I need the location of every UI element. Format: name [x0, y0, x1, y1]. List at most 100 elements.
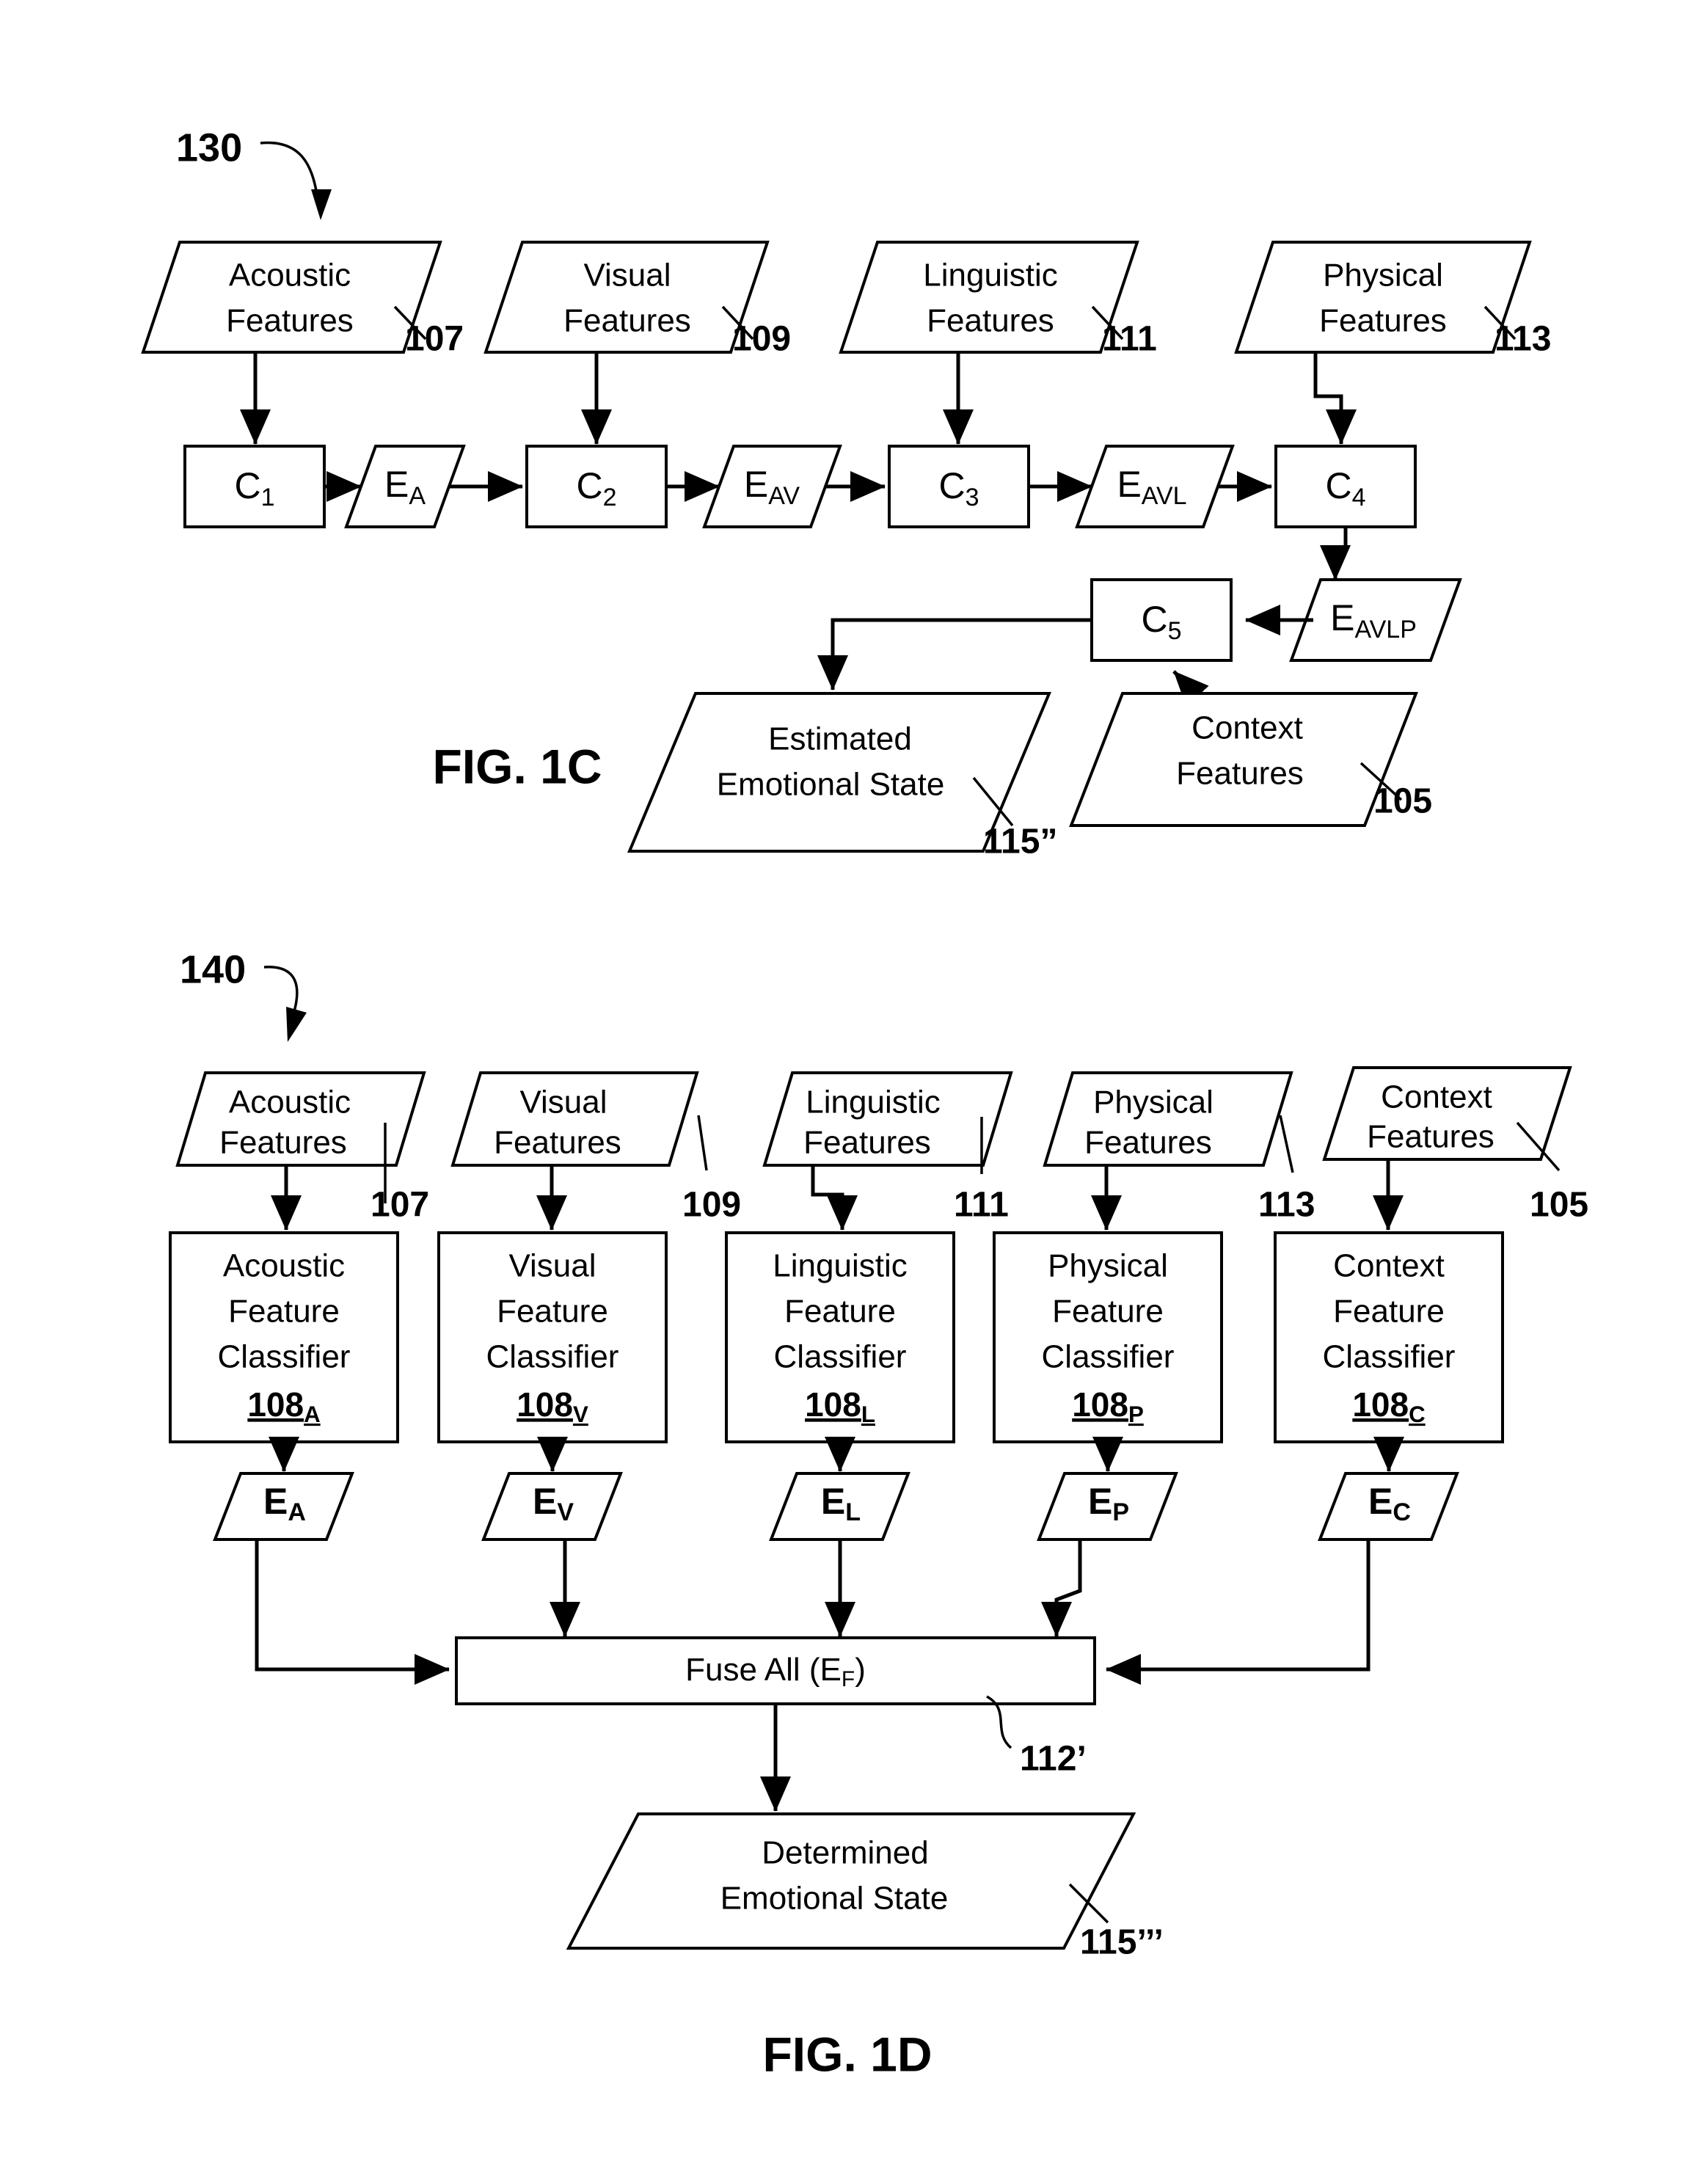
fig1c-context-features: Context Features 105 — [1069, 692, 1432, 827]
fig1c-input-visual-line2: Features — [563, 303, 691, 339]
fig1d-classifier-acoustic-line1: Acoustic — [223, 1248, 345, 1284]
fig1d-fuse-all-ref: 112’ — [1020, 1740, 1087, 1779]
fig1d-classifier-visual-line1: Visual — [508, 1248, 596, 1284]
fig1d-classifier-physical: Physical Feature Classifier 108P — [993, 1231, 1223, 1443]
fig1c-conn-c4-to-eavlp — [1319, 527, 1351, 581]
fig1c-input-acoustic-line2: Features — [226, 303, 354, 339]
figure-1d: 140 Acoustic Features 107 Visual Feature… — [169, 947, 1588, 2081]
fig1c-classifier-c1: C1 — [183, 445, 326, 528]
fig1c-input-visual-line1: Visual — [583, 258, 671, 294]
fig1c-input-acoustic-ref: 107 — [405, 320, 464, 359]
fig1c-conn-physical-to-c4 — [1313, 352, 1357, 445]
fig1c-input-visual-ref: 109 — [732, 320, 791, 359]
fig1c-title: FIG. 1C — [432, 739, 602, 793]
fig1d-diagram-ref: 140 — [180, 947, 246, 991]
fig1d-input-physical-ref: 113 — [1258, 1186, 1315, 1225]
fig1d-emotion-ea: EA — [213, 1472, 354, 1541]
fig1d-conn-ea-to-fuse — [255, 1539, 450, 1685]
fig1d-emotion-el: EL — [769, 1472, 910, 1541]
fig1d-input-visual-ref: 109 — [682, 1186, 741, 1225]
fig1c-input-linguistic-line2: Features — [927, 303, 1054, 339]
fig1d-input-context-ref: 105 — [1530, 1186, 1588, 1225]
fig1c-input-linguistic-line1: Linguistic — [923, 258, 1057, 294]
fig1d-classifier-physical-line3: Classifier — [1042, 1339, 1175, 1375]
fig1c-context-features-line2: Features — [1176, 756, 1304, 792]
fig1d-output-determined-state-ref: 115’’’ — [1080, 1923, 1164, 1962]
fig1d-classifier-visual: Visual Feature Classifier 108V — [437, 1231, 668, 1443]
fig1c-intermediate-eav: EAV — [702, 445, 842, 528]
figure-1c: 130 Acoustic Features 107 Visual Feature… — [141, 125, 1551, 861]
fig1c-input-physical-line2: Features — [1319, 303, 1447, 339]
figure-canvas: 130 Acoustic Features 107 Visual Feature… — [141, 125, 1588, 2081]
fig1c-output-estimated-state-ref: 115” — [983, 823, 1057, 861]
fig1c-input-linguistic-ref: 111 — [1102, 320, 1157, 359]
fig1c-output-estimated-state-line2: Emotional State — [717, 767, 945, 803]
fig1c-output-estimated-state: Estimated Emotional State 115” — [627, 692, 1057, 861]
fig1d-input-acoustic-line1: Acoustic — [229, 1085, 351, 1120]
fig1d-input-context-line2: Features — [1367, 1119, 1494, 1155]
fig1c-ref-arrowhead — [311, 189, 332, 220]
fig1d-classifier-linguistic-line3: Classifier — [774, 1339, 907, 1375]
fig1d-input-physical-leader — [1279, 1115, 1294, 1173]
fig1d-input-visual-leader — [697, 1115, 708, 1171]
fig1c-context-features-ref: 105 — [1373, 782, 1432, 821]
fig1d-input-visual-line1: Visual — [519, 1085, 607, 1120]
fig1d-title: FIG. 1D — [762, 2027, 932, 2081]
fig1d-input-context: Context Features 105 — [1322, 1066, 1588, 1225]
fig1d-input-linguistic-ref: 111 — [954, 1186, 1009, 1225]
fig1d-input-physical: Physical Features 113 — [1043, 1071, 1315, 1225]
fig1c-diagram-ref: 130 — [176, 125, 242, 170]
fig1d-classifier-acoustic-line2: Feature — [228, 1294, 340, 1330]
fig1d-input-physical-line2: Features — [1084, 1125, 1212, 1161]
fig1d-emotion-ep: EP — [1037, 1472, 1178, 1541]
fig1d-classifier-visual-line2: Feature — [497, 1294, 608, 1330]
fig1d-ref-leader — [263, 966, 299, 1015]
fig1d-classifier-context-line1: Context — [1333, 1248, 1445, 1284]
fig1d-classifier-linguistic-line2: Feature — [784, 1294, 896, 1330]
fig1d-classifier-visual-line3: Classifier — [486, 1339, 619, 1375]
fig1d-input-linguistic: Linguistic Features 111 — [762, 1071, 1013, 1225]
fig1d-output-determined-state-line1: Determined — [762, 1835, 928, 1871]
fig1d-classifier-physical-line2: Feature — [1052, 1294, 1164, 1330]
fig1c-input-linguistic: Linguistic Features 111 — [839, 241, 1157, 359]
fig1d-emotion-ec: EC — [1318, 1472, 1459, 1541]
fig1d-output-determined-state-line2: Emotional State — [720, 1881, 949, 1917]
fig1c-classifier-c3: C3 — [888, 445, 1030, 528]
fig1c-classifier-c4: C4 — [1274, 445, 1417, 528]
fig1d-output-determined-state: Determined Emotional State 115’’’ — [566, 1812, 1164, 1962]
fig1d-conn-ec-to-fuse — [1105, 1539, 1371, 1685]
fig1c-input-visual: Visual Features 109 — [483, 241, 791, 359]
fig1c-ref-leader — [260, 141, 318, 195]
fig1d-ref-arrowhead — [286, 1007, 307, 1042]
fig1c-context-features-line1: Context — [1191, 710, 1303, 746]
fig1d-classifier-acoustic: Acoustic Feature Classifier 108A — [169, 1231, 399, 1443]
fig1d-classifier-context: Context Feature Classifier 108C — [1274, 1231, 1504, 1443]
fig1d-input-acoustic-ref: 107 — [371, 1186, 429, 1225]
fig1d-classifier-linguistic: Linguistic Feature Classifier 108L — [725, 1231, 955, 1443]
fig1d-input-linguistic-line2: Features — [803, 1125, 931, 1161]
fig1d-input-context-line1: Context — [1381, 1079, 1492, 1115]
fig1d-emotion-ev: EV — [481, 1472, 623, 1541]
fig1c-intermediate-eavlp: EAVLP — [1289, 578, 1462, 662]
fig1d-input-visual-line2: Features — [494, 1125, 621, 1161]
fig1d-classifier-context-line2: Feature — [1333, 1294, 1445, 1330]
fig1d-classifier-linguistic-line1: Linguistic — [773, 1248, 907, 1284]
fig1c-input-physical-ref: 113 — [1494, 320, 1551, 359]
patent-figure-sheet: 130 Acoustic Features 107 Visual Feature… — [0, 0, 1708, 2183]
fig1d-input-linguistic-line1: Linguistic — [806, 1085, 940, 1120]
fig1d-fuse-all-label: Fuse All (EF) — [685, 1652, 866, 1691]
fig1d-input-acoustic: Acoustic Features 107 — [175, 1071, 429, 1225]
fig1c-classifier-c5: C5 — [1090, 578, 1233, 662]
fig1c-input-physical-line1: Physical — [1323, 258, 1443, 294]
fig1c-input-acoustic-line1: Acoustic — [229, 258, 351, 294]
fig1c-intermediate-ea: EA — [344, 445, 466, 528]
fig1c-classifier-c2: C2 — [525, 445, 668, 528]
fig1c-intermediate-eavl: EAVL — [1075, 445, 1235, 528]
fig1d-conn-linguistic-to-classifier — [811, 1165, 858, 1231]
fig1d-input-acoustic-line2: Features — [219, 1125, 347, 1161]
fig1d-classifier-context-line3: Classifier — [1323, 1339, 1456, 1375]
fig1c-output-estimated-state-line1: Estimated — [768, 721, 912, 757]
fig1c-input-physical: Physical Features 113 — [1234, 241, 1551, 359]
fig1d-classifier-physical-line1: Physical — [1048, 1248, 1168, 1284]
fig1d-conn-ep-to-fuse — [1040, 1539, 1082, 1638]
